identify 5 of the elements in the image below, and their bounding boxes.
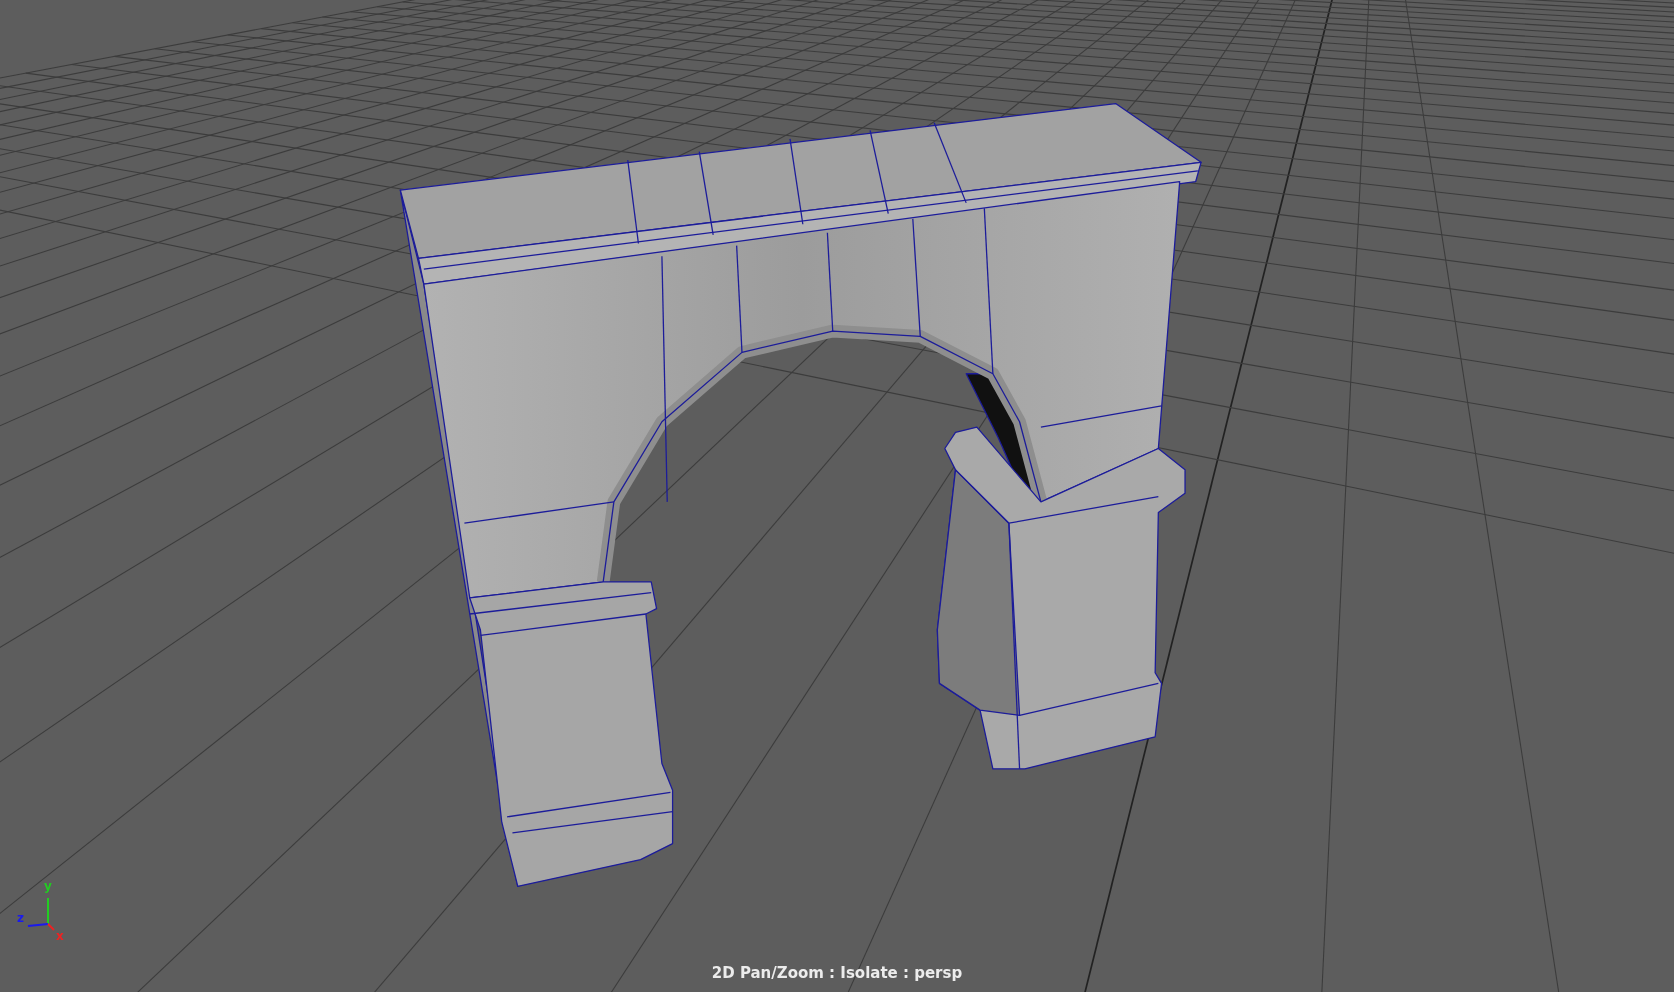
axis-label: x bbox=[56, 929, 64, 943]
3d-viewport[interactable]: y z x 2D Pan/Zoom : Isolate : persp bbox=[0, 0, 1674, 992]
axis-label: z bbox=[17, 911, 24, 925]
axis-label: y bbox=[44, 879, 52, 893]
viewport-status-text: 2D Pan/Zoom : Isolate : persp bbox=[711, 964, 963, 982]
